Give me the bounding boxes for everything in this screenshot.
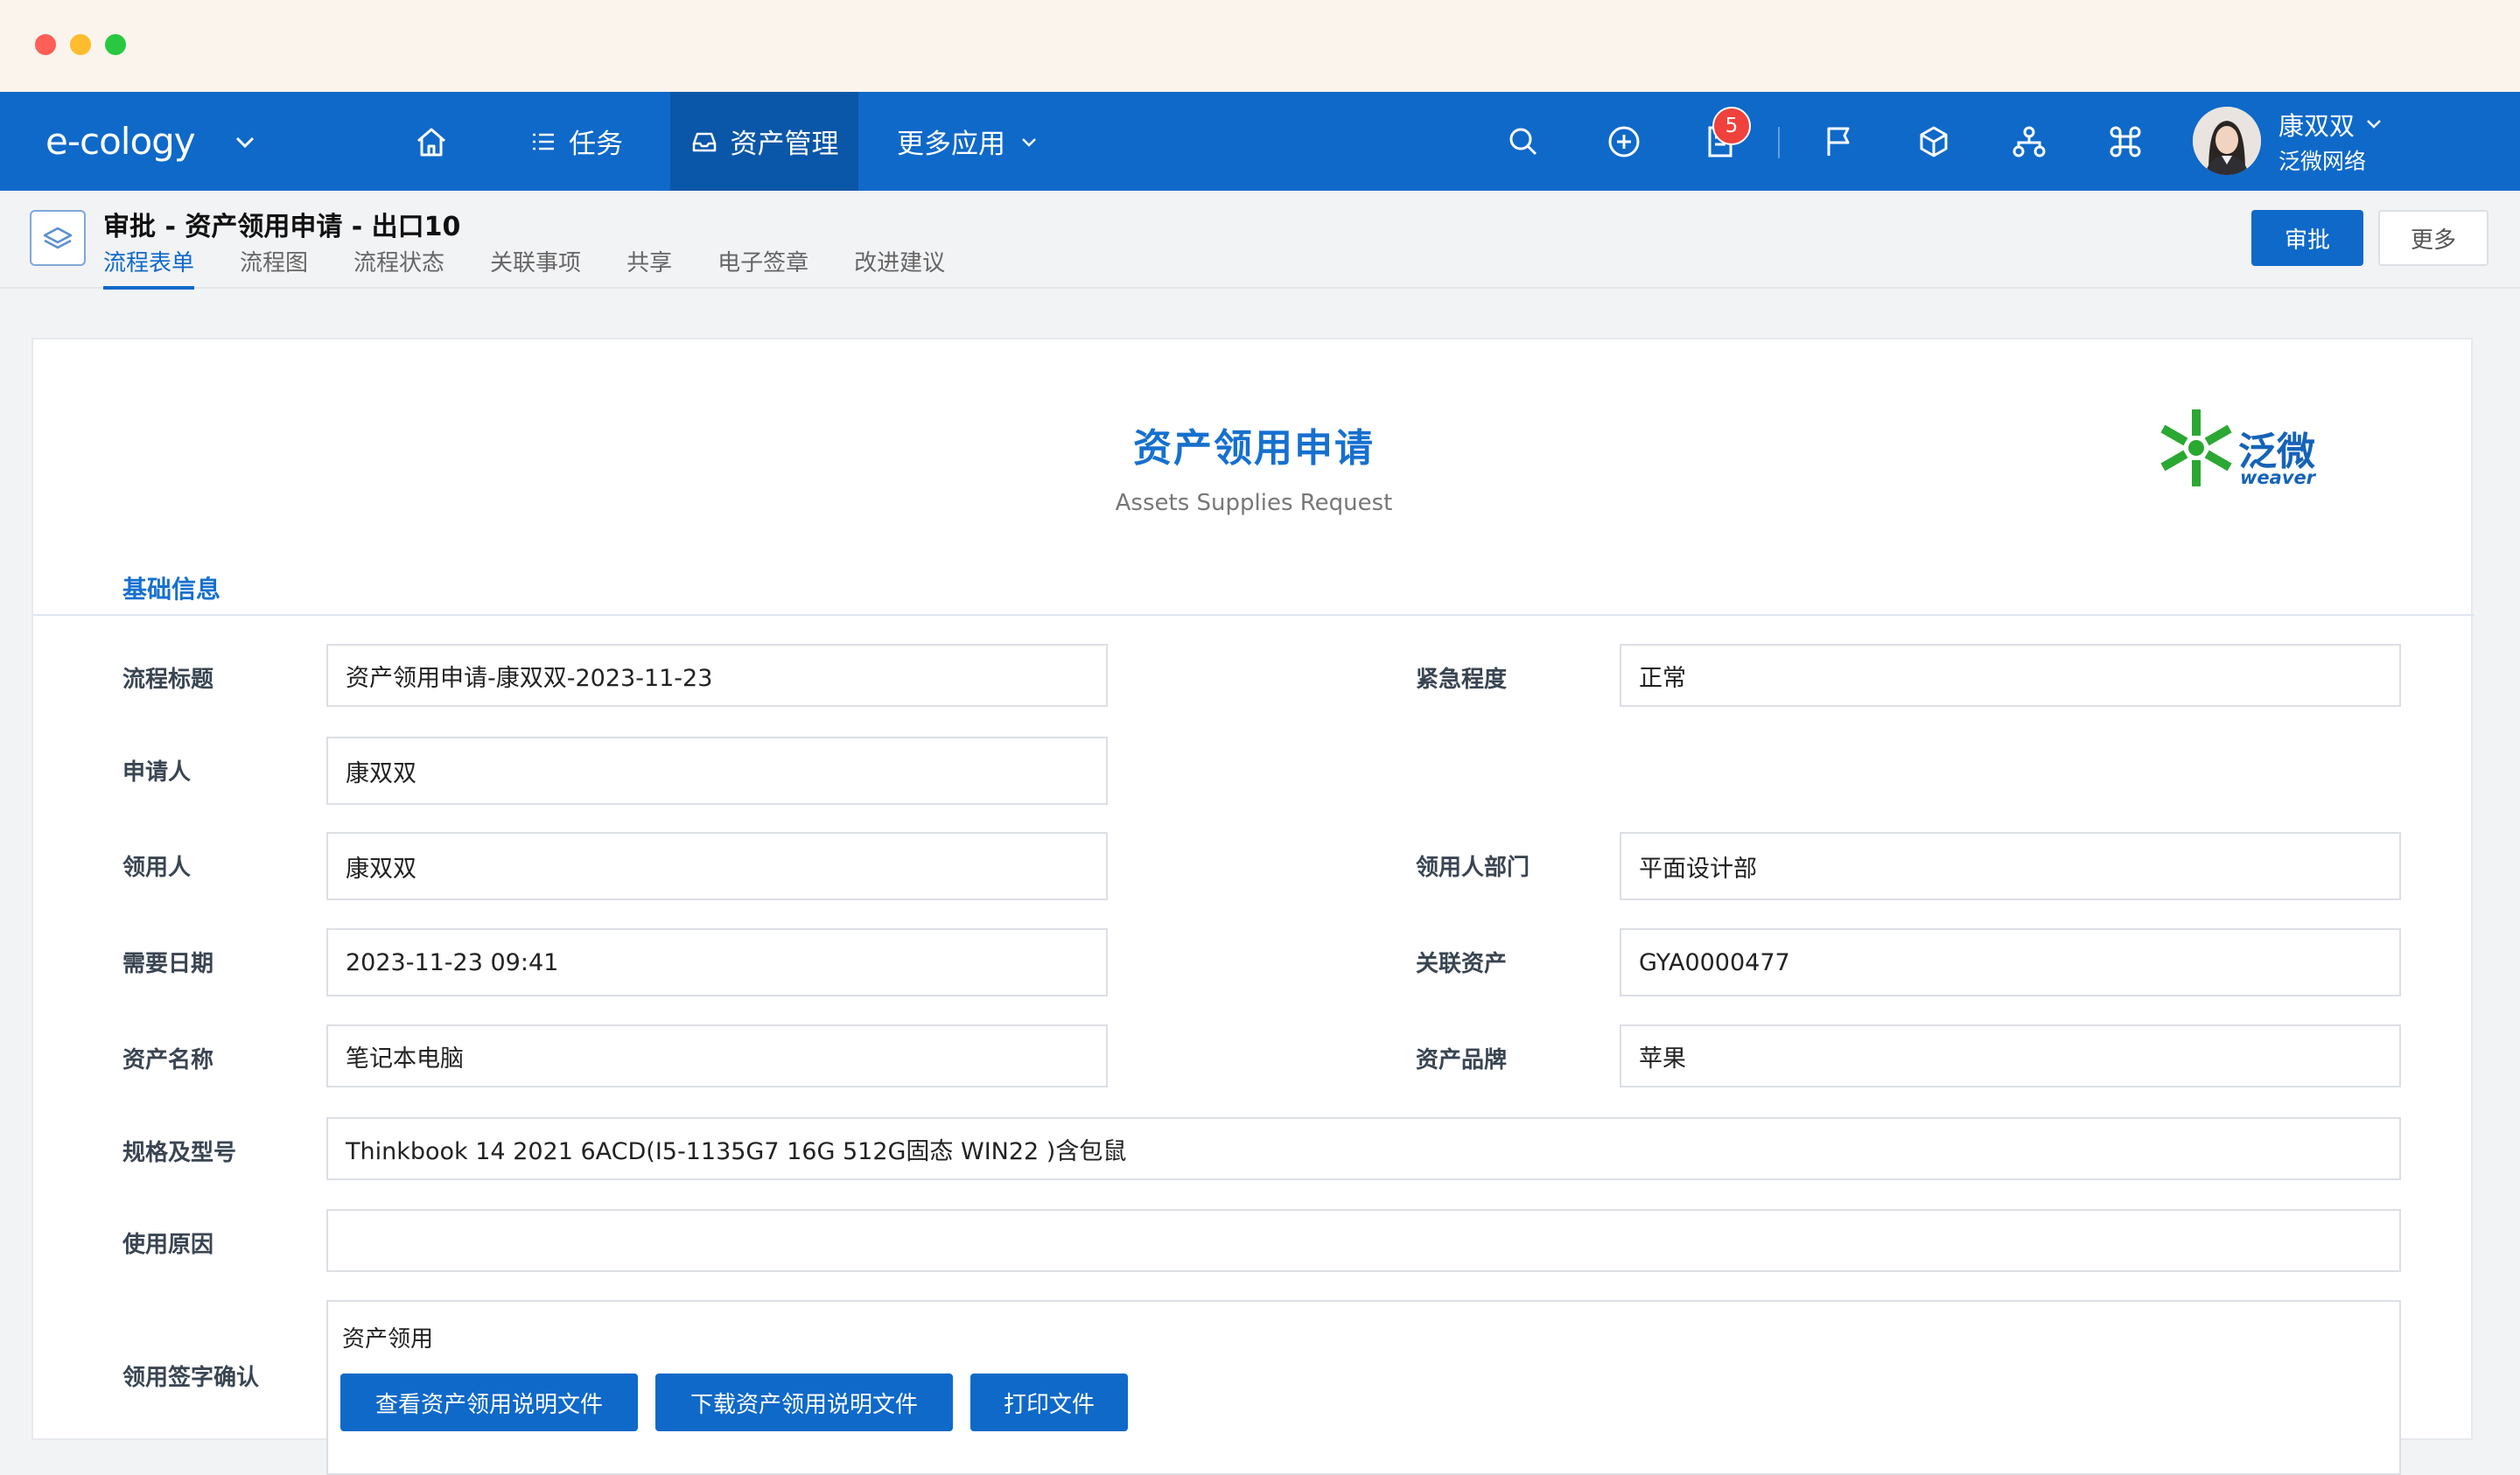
print-file-button[interactable]: 打印文件 [970,1374,1128,1431]
user-name[interactable]: 康双双 [2278,106,2355,143]
workflow-icon [30,210,86,266]
section-divider [33,614,2474,616]
label-workflow-title: 流程标题 [122,667,214,693]
tab-workflow-form[interactable]: 流程表单 [103,245,195,290]
applicant-field[interactable]: 康双双 [326,737,1108,805]
chevron-down-icon[interactable] [232,129,258,155]
form-title: 资产领用申请 [1133,426,1375,471]
required-date-field[interactable]: 2023-11-23 09:41 [326,928,1108,996]
label-recipient-dept: 领用人部门 [1416,855,1530,881]
label-usage-reason: 使用原因 [122,1232,214,1258]
recipient-dept-field[interactable]: 平面设计部 [1620,832,2401,900]
label-required-date: 需要日期 [122,951,214,977]
flag-icon[interactable] [1820,123,1857,160]
label-recipient: 领用人 [122,855,192,881]
notification-badge: 5 [1712,107,1751,145]
user-avatar[interactable] [2193,107,2261,175]
signature-confirmation-box: 资产领用 查看资产领用说明文件 下载资产领用说明文件 打印文件 [326,1300,2401,1475]
window-close-button[interactable] [35,34,56,55]
window-maximize-button[interactable] [105,34,126,55]
logo-text-en: weaver [2240,467,2316,488]
chevron-down-icon [1022,137,1036,147]
home-icon [417,128,445,156]
recipient-field[interactable]: 康双双 [326,832,1108,900]
command-icon[interactable] [2107,123,2144,160]
signature-text: 资产领用 [342,1326,434,1353]
asset-brand-field[interactable]: 苹果 [1620,1024,2401,1087]
nav-tasks-label: 任务 [569,129,623,160]
list-icon [533,133,554,150]
nav-divider [1778,127,1780,158]
nav-more-apps[interactable]: 更多应用 [897,92,1042,191]
cube-icon[interactable] [1915,123,1952,160]
tab-suggestions[interactable]: 改进建议 [854,245,945,290]
label-asset-name: 资产名称 [122,1047,214,1073]
label-signature-confirmation: 领用签字确认 [122,1365,260,1391]
spec-model-field[interactable]: Thinkbook 14 2021 6ACD(I5-1135G7 16G 512… [326,1117,2401,1180]
avatar-image [2193,107,2261,175]
tab-share[interactable]: 共享 [626,245,672,290]
page-title: 审批 - 资产领用申请 - 出口10 [103,212,461,242]
urgency-field[interactable]: 正常 [1620,644,2401,707]
asset-name-field[interactable]: 笔记本电脑 [326,1024,1108,1087]
label-asset-brand: 资产品牌 [1416,1047,1508,1073]
more-button[interactable]: 更多 [2378,210,2488,266]
approve-button[interactable]: 审批 [2251,210,2363,266]
add-circle-icon[interactable] [1606,123,1642,160]
download-asset-doc-button[interactable]: 下载资产领用说明文件 [655,1374,953,1431]
inbox-icon [692,132,716,151]
nav-assets-label: 资产管理 [730,129,839,160]
label-applicant: 申请人 [122,759,192,786]
label-spec-model: 规格及型号 [122,1140,237,1166]
nav-asset-management[interactable]: 资产管理 [670,92,858,191]
view-asset-doc-button[interactable]: 查看资产领用说明文件 [340,1374,638,1431]
label-related-asset: 关联资产 [1416,951,1508,977]
tab-flowchart[interactable]: 流程图 [240,245,308,290]
org-chart-icon[interactable] [2011,123,2048,160]
tab-e-signature[interactable]: 电子签章 [718,245,808,290]
tab-bar: 流程表单 流程图 流程状态 关联事项 共享 电子签章 改进建议 [103,245,990,290]
related-asset-field[interactable]: GYA0000477 [1620,928,2401,996]
tab-workflow-status[interactable]: 流程状态 [354,245,444,290]
usage-reason-field[interactable] [326,1209,2401,1272]
chevron-down-icon[interactable] [2362,112,2385,135]
nav-home[interactable] [413,92,462,191]
label-urgency: 紧急程度 [1416,667,1508,693]
top-navigation-bar: e-cology 任务 资产管理 更多应用 5 康双双 泛微网络 [0,92,2520,191]
user-organization: 泛微网络 [2278,149,2367,174]
tab-related-items[interactable]: 关联事项 [490,245,581,290]
section-title-basic-info: 基础信息 [122,575,221,604]
search-icon[interactable] [1505,123,1542,160]
workflow-title-field[interactable]: 资产领用申请-康双双-2023-11-23 [326,644,1108,707]
page-header: 审批 - 资产领用申请 - 出口10 流程表单 流程图 流程状态 关联事项 共享… [0,191,2520,290]
nav-tasks[interactable]: 任务 [530,92,623,191]
brand-logo[interactable]: e-cology [46,92,196,191]
window-minimize-button[interactable] [70,34,91,55]
form-card: 资产领用申请 Assets Supplies Request 泛微 weaver… [32,338,2474,1475]
nav-more-label: 更多应用 [897,129,1005,160]
form-subtitle: Assets Supplies Request [1115,490,1393,516]
window-titlebar [0,0,2520,92]
